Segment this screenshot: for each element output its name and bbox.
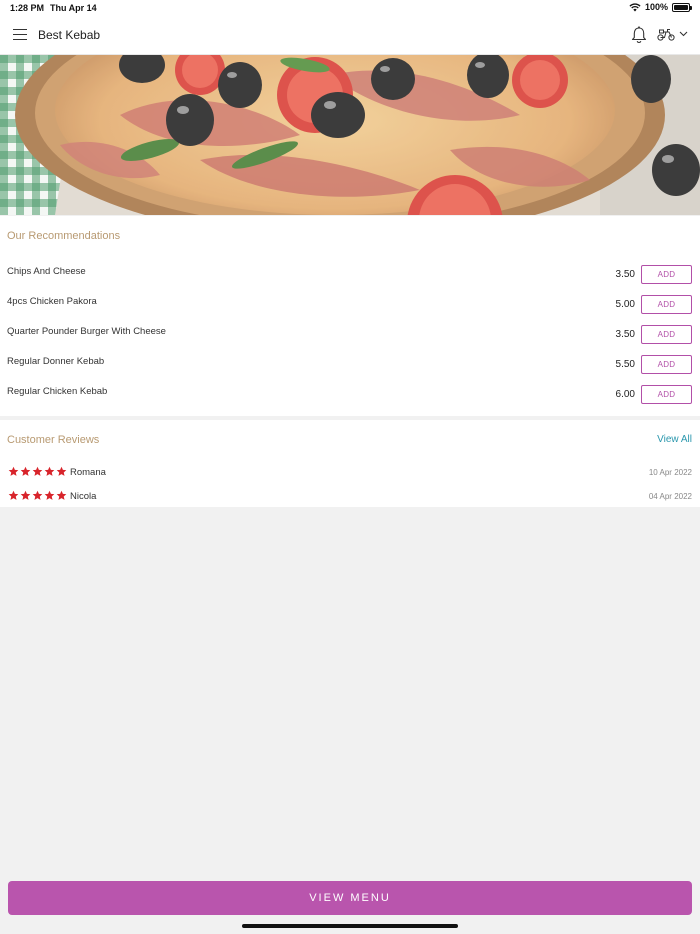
add-button[interactable]: ADD: [641, 295, 692, 314]
list-item: Regular Donner Kebab 5.50 ADD: [0, 351, 700, 381]
item-name: Regular Chicken Kebab: [7, 386, 108, 397]
pizza-hero-image: [0, 55, 700, 215]
list-item: Quarter Pounder Burger With Cheese 3.50 …: [0, 321, 700, 351]
hamburger-icon[interactable]: [13, 29, 27, 40]
item-name: Regular Donner Kebab: [7, 356, 105, 367]
view-menu-button[interactable]: VIEW MENU: [8, 881, 692, 915]
star-icon: [56, 490, 67, 500]
reviewer-name: Romana: [70, 467, 106, 478]
status-date: Thu Apr 14: [50, 3, 97, 13]
review-row: Romana 10 Apr 2022: [0, 464, 700, 482]
review-row: Nicola 04 Apr 2022: [0, 488, 700, 506]
add-button[interactable]: ADD: [641, 385, 692, 404]
recommendations-section: Our Recommendations Chips And Cheese 3.5…: [0, 216, 700, 416]
star-icon: [8, 466, 19, 476]
item-price: 5.50: [615, 359, 635, 370]
list-item: 4pcs Chicken Pakora 5.00 ADD: [0, 291, 700, 321]
chevron-down-icon: [679, 31, 688, 37]
star-icon: [44, 490, 55, 500]
review-date: 10 Apr 2022: [648, 468, 692, 477]
star-icon: [20, 466, 31, 476]
item-name: Chips And Cheese: [7, 266, 86, 277]
recommendations-list: Chips And Cheese 3.50 ADD 4pcs Chicken P…: [0, 261, 700, 411]
add-button[interactable]: ADD: [641, 355, 692, 374]
star-icon: [20, 490, 31, 500]
wifi-icon: [629, 2, 641, 11]
star-rating: [8, 490, 67, 501]
recommendations-title: Our Recommendations: [7, 230, 121, 242]
item-name: 4pcs Chicken Pakora: [7, 296, 97, 307]
reviews-section: Customer Reviews View All Romana 10 Apr …: [0, 420, 700, 507]
delivery-mode-selector[interactable]: [657, 27, 688, 41]
app-header: Best Kebab: [0, 16, 700, 55]
home-indicator: [242, 924, 458, 928]
add-button[interactable]: ADD: [641, 265, 692, 284]
star-icon: [56, 466, 67, 476]
star-icon: [8, 490, 19, 500]
reviews-title: Customer Reviews: [7, 434, 100, 446]
status-right: 100%: [629, 2, 692, 12]
list-item: Regular Chicken Kebab 6.00 ADD: [0, 381, 700, 411]
reviewer-name: Nicola: [70, 491, 97, 502]
star-rating: [8, 466, 67, 477]
add-button[interactable]: ADD: [641, 325, 692, 344]
star-icon: [44, 466, 55, 476]
item-price: 5.00: [615, 299, 635, 310]
restaurant-title: Best Kebab: [38, 28, 101, 42]
battery-icon: [672, 2, 692, 12]
status-bar: 1:28 PM Thu Apr 14 100%: [0, 0, 700, 16]
star-icon: [32, 466, 43, 476]
review-date: 04 Apr 2022: [648, 492, 692, 501]
status-time: 1:28 PM: [10, 3, 45, 13]
star-icon: [32, 490, 43, 500]
item-price: 3.50: [615, 329, 635, 340]
battery-percent: 100%: [644, 2, 668, 12]
item-name: Quarter Pounder Burger With Cheese: [7, 326, 166, 337]
scooter-icon: [657, 29, 675, 41]
item-price: 3.50: [615, 269, 635, 280]
list-item: Chips And Cheese 3.50 ADD: [0, 261, 700, 291]
view-all-link[interactable]: View All: [657, 434, 692, 445]
item-price: 6.00: [615, 389, 635, 400]
bell-icon[interactable]: [631, 26, 647, 44]
